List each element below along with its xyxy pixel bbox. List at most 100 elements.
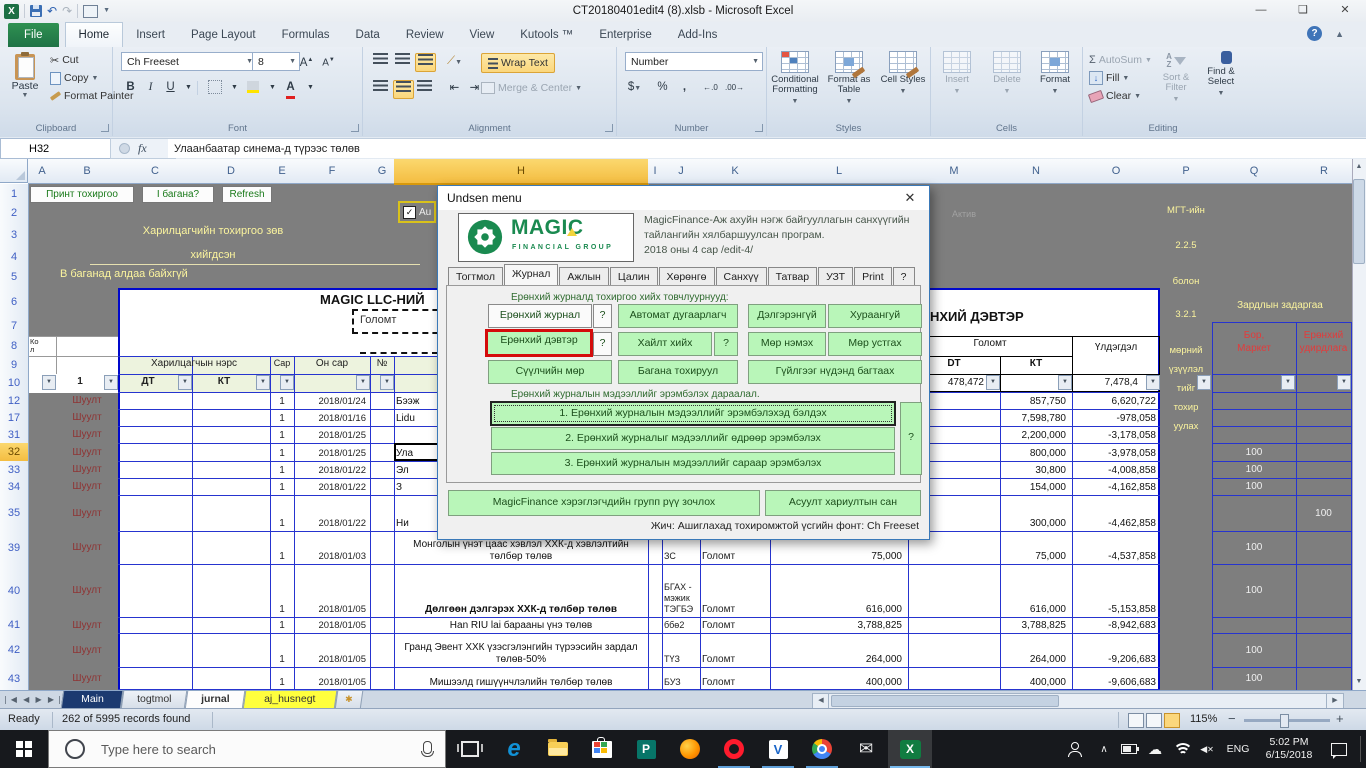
vscroll-up-arrow[interactable]: ▲ [1352,159,1366,175]
microphone-icon[interactable] [421,741,434,757]
column-header-O[interactable]: O [1072,159,1161,184]
filter-cell[interactable]: Шуулт [58,392,116,409]
underline-dropdown-icon[interactable]: ▼ [179,79,198,96]
cell-styles-button[interactable]: Cell Styles ▼ [877,51,929,117]
font-color-button[interactable]: A [281,79,300,99]
hscroll-right-arrow[interactable]: ▶ [1326,693,1344,709]
minimize-button[interactable]: — [1240,0,1282,22]
date-cell[interactable]: 2018/01/25 [296,443,366,461]
tray-expand-icon[interactable]: ∧ [1092,730,1116,768]
format-as-table-button[interactable]: Format as Table ▼ [823,51,875,117]
filter-dropdown-icon[interactable]: ▼ [178,375,192,390]
row-header-5[interactable]: 5 [0,266,29,289]
dialog-tab-хөрөнгө[interactable]: Хөрөнгө [658,267,715,286]
column-header-Q[interactable]: Q [1212,159,1297,184]
store-icon[interactable] [580,730,624,768]
ribbon-tab-view[interactable]: View [457,23,508,47]
credit-cell[interactable]: 30,800 [1002,461,1066,478]
help-icon[interactable]: ? [1307,26,1322,41]
align-center-icon[interactable] [393,80,414,99]
row-header-10[interactable]: 10 [0,374,29,393]
general-ledger-help-button[interactable]: ? [593,332,612,356]
filter-cell[interactable]: Шуулт [58,495,116,531]
percent-cell[interactable]: 100 [1212,461,1296,478]
insert-worksheet-tab[interactable]: ✱ [334,691,364,709]
sort-filter-button[interactable]: AZ Sort & Filter ▼ [1155,51,1197,117]
month-cell[interactable]: 1 [270,667,294,690]
filter-cell[interactable]: Шуулт [58,426,116,443]
filter-dropdown-icon[interactable]: ▼ [1337,375,1351,390]
balance-cell[interactable]: -3,178,058 [1074,426,1156,443]
code-cell[interactable]: ТҮЗ [664,633,698,667]
balance-cell[interactable]: -978,058 [1074,409,1156,426]
select-all-corner[interactable] [0,159,28,183]
bank-cell[interactable]: Голомт [702,564,766,617]
zoom-in-icon[interactable]: + [1336,711,1344,726]
wifi-icon[interactable] [1168,730,1194,768]
filter-dropdown-icon[interactable]: ▼ [280,375,294,390]
ribbon-tab-enterprise[interactable]: Enterprise [586,23,664,47]
balance-cell[interactable]: -5,153,858 [1074,564,1156,617]
ribbon-tab-file[interactable]: File [8,23,59,47]
month-cell[interactable]: 1 [270,495,294,531]
ribbon-tab-formulas[interactable]: Formulas [269,23,343,47]
accounting-format-icon[interactable]: $▼ [625,79,644,96]
bold-button[interactable]: B [121,79,140,96]
filter-cell[interactable]: Шуулт [58,443,116,461]
column-header-A[interactable]: A [28,159,57,184]
balance-cell[interactable]: -4,537,858 [1074,531,1156,564]
wrap-text-button[interactable]: Wrap Text [481,53,555,73]
dialog-tab-цалин[interactable]: Цалин [609,267,658,286]
column-header-B[interactable]: B [56,159,119,184]
align-right-icon[interactable] [415,80,434,97]
file-explorer-icon[interactable] [536,730,580,768]
percent-cell[interactable]: 100 [1212,478,1296,495]
filter-dropdown-icon[interactable]: ▼ [356,375,370,390]
row-header-7[interactable]: 7 [0,316,29,337]
percent-cell[interactable]: 100 [1212,633,1296,667]
align-middle-icon[interactable] [393,53,412,70]
debit-cell[interactable]: 400,000 [772,667,902,690]
normal-view-icon[interactable] [1128,713,1144,728]
cut-button[interactable]: ✂ Cut [50,52,79,68]
column-header-G[interactable]: G [370,159,395,184]
filter-dropdown-icon[interactable]: ▼ [380,375,394,390]
row-header-1[interactable]: 1 [0,184,29,205]
date-cell[interactable]: 2018/01/25 [296,426,366,443]
general-ledger-button[interactable]: Ерөнхий дэвтэр [485,329,593,357]
dialog-close-icon[interactable]: ✕ [895,188,925,208]
format-cells-button[interactable]: Format ▼ [1031,51,1079,117]
row-header-34[interactable]: 34 [0,478,29,496]
sheet-nav-buttons[interactable]: ❘◀ ◀ ▶ ▶❘ [2,692,65,708]
font-color-dropdown-icon[interactable]: ▼ [301,79,320,96]
alignment-dialog-launcher[interactable] [605,124,613,132]
increase-decimal-icon[interactable]: ←.0 [701,79,720,96]
month-cell[interactable]: 1 [270,409,294,426]
balance-cell[interactable]: -3,978,058 [1074,443,1156,461]
last-row-button[interactable]: Сүүлчийн мөр [488,360,612,384]
ribbon-tab-addins[interactable]: Add-Ins [665,23,731,47]
row-header-6[interactable]: 6 [0,288,29,317]
borders-button[interactable] [205,79,224,96]
borders-dropdown-icon[interactable]: ▼ [225,79,244,96]
month-cell[interactable]: 1 [270,443,294,461]
date-cell[interactable]: 2018/01/22 [296,478,366,495]
column-header-M[interactable]: M [908,159,1001,184]
balance-cell[interactable]: -9,206,683 [1074,633,1156,667]
sheet-tab-aj_husnegt[interactable]: aj_husnegt [242,691,338,709]
summary-button[interactable]: Хураангуй [828,304,922,328]
dialog-tab-ажлын[interactable]: Ажлын [559,267,609,286]
row-header-17[interactable]: 17 [0,409,29,427]
close-button[interactable]: ✕ [1324,0,1366,22]
mail-icon[interactable]: ✉ [844,730,888,768]
sort-by-day-button[interactable]: 2. Ерөнхий журналыг мэдээллийг өдрөөр эр… [491,427,895,450]
row-header-41[interactable]: 41 [0,617,29,634]
filter-cell[interactable]: Шуулт [58,633,116,667]
people-icon[interactable] [1060,730,1090,768]
font-size-select[interactable]: 8 ▼ [252,52,300,71]
name-cell[interactable]: Дөлгөөн дэлгэрэх ХХК-д төлбөр төлөв [396,564,646,617]
number-format-select[interactable]: Number ▼ [625,52,763,71]
autosum-button[interactable]: Σ AutoSum ▼ [1089,52,1152,68]
general-journal-button[interactable]: Ерөнхий журнал [488,304,592,328]
sheet-button-1[interactable]: I багана? [142,186,214,203]
